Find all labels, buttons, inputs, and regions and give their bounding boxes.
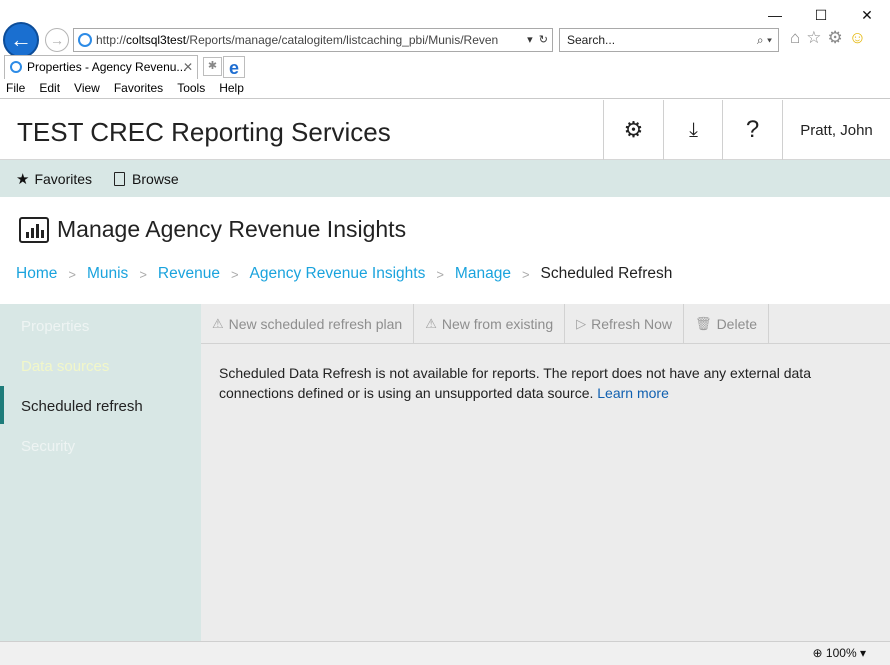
menu-bar: File Edit View Favorites Tools Help	[0, 79, 890, 99]
portal-header: TEST CREC Reporting Services ⚙ ⤓ ? Pratt…	[0, 100, 890, 160]
menu-file[interactable]: File	[6, 79, 25, 98]
manage-sidebar: Properties Data sources Scheduled refres…	[0, 304, 201, 641]
menu-help[interactable]: Help	[219, 79, 244, 98]
portal-nav: ★ Favorites Browse	[0, 160, 890, 197]
sidebar-item-data-sources[interactable]: Data sources	[21, 358, 109, 375]
refresh-icon[interactable]: ↻	[539, 34, 548, 46]
report-icon	[19, 216, 49, 243]
zoom-icon: ⊕	[812, 646, 823, 660]
new-from-existing-label: New from existing	[441, 316, 554, 332]
new-from-existing-button[interactable]: ⚠ New from existing	[414, 304, 566, 344]
back-button[interactable]: ←	[3, 22, 39, 58]
command-bar: ⚠ New scheduled refresh plan ⚠ New from …	[201, 304, 890, 344]
breadcrumb-revenue[interactable]: Revenue	[158, 265, 220, 283]
smiley-icon[interactable]: ☺	[849, 28, 866, 48]
refresh-now-button[interactable]: ▷ Refresh Now	[565, 304, 685, 344]
nav-browse[interactable]: Browse	[114, 171, 179, 187]
browser-toolbar-icons: ⌂ ☆ ⚙ ☺	[790, 28, 866, 48]
url-host: coltsql3test	[126, 33, 187, 47]
address-bar[interactable]: http://coltsql3test/Reports/manage/catal…	[73, 28, 553, 52]
warning-icon: ⚠	[425, 316, 437, 331]
chevron-right-icon: >	[68, 266, 76, 282]
portal-title[interactable]: TEST CREC Reporting Services	[17, 117, 391, 148]
gear-icon[interactable]: ⚙	[828, 28, 843, 48]
browse-icon	[114, 171, 126, 186]
edge-icon[interactable]: e	[223, 56, 245, 78]
page-title-row: Manage Agency Revenue Insights	[19, 216, 406, 243]
home-icon[interactable]: ⌂	[790, 28, 800, 48]
delete-label: Delete	[716, 316, 758, 332]
download-icon: ⤓	[689, 118, 698, 141]
new-plan-label: New scheduled refresh plan	[228, 316, 403, 332]
settings-button[interactable]: ⚙	[603, 100, 663, 160]
chevron-right-icon: >	[436, 266, 444, 282]
nav-browse-label: Browse	[132, 170, 179, 187]
warning-icon: ⚠	[212, 316, 224, 331]
play-icon: ▷	[576, 316, 587, 331]
chevron-right-icon: >	[139, 266, 147, 282]
ie-tab-icon	[10, 61, 22, 73]
breadcrumb-manage[interactable]: Manage	[455, 265, 511, 283]
forward-button[interactable]: →	[45, 28, 69, 52]
address-actions: ▾ ↻	[523, 29, 548, 51]
user-menu[interactable]: Pratt, John	[782, 100, 890, 160]
status-bar: ⊕ 100% ▾	[0, 641, 890, 665]
trash-icon: 🗑	[695, 316, 712, 331]
url-prefix: http://	[96, 33, 127, 47]
refresh-now-label: Refresh Now	[591, 316, 673, 332]
breadcrumb: Home > Munis > Revenue > Agency Revenue …	[16, 265, 672, 283]
star-icon: ★	[16, 170, 30, 188]
download-button[interactable]: ⤓	[663, 100, 723, 160]
menu-favorites[interactable]: Favorites	[114, 79, 163, 98]
new-tab-icon[interactable]: ✱	[203, 57, 222, 76]
sidebar-item-properties[interactable]: Properties	[21, 318, 89, 335]
learn-more-link[interactable]: Learn more	[597, 385, 669, 401]
delete-button[interactable]: 🗑 Delete	[684, 304, 770, 344]
browser-tab[interactable]: Properties - Agency Revenu... ✕	[4, 55, 198, 79]
help-button[interactable]: ?	[722, 100, 782, 160]
chevron-right-icon: >	[230, 266, 239, 282]
menu-tools[interactable]: Tools	[177, 79, 205, 98]
nav-favorites-label: Favorites	[34, 170, 93, 187]
breadcrumb-current: Scheduled Refresh	[540, 265, 673, 282]
nav-favorites[interactable]: ★ Favorites	[16, 170, 92, 188]
dropdown-icon[interactable]: ▾	[527, 34, 533, 46]
sidebar-item-scheduled-refresh[interactable]: Scheduled refresh	[21, 398, 143, 415]
tab-title: Properties - Agency Revenu...	[27, 60, 187, 74]
active-indicator	[0, 386, 4, 424]
info-message: Scheduled Data Refresh is not available …	[219, 363, 829, 403]
address-row: ← → http://coltsql3test/Reports/manage/c…	[0, 22, 890, 58]
menu-view[interactable]: View	[74, 79, 100, 98]
chevron-right-icon: >	[521, 266, 530, 282]
breadcrumb-home[interactable]: Home	[16, 265, 57, 283]
question-icon: ?	[745, 116, 760, 143]
breadcrumb-munis[interactable]: Munis	[87, 265, 128, 283]
zoom-control[interactable]: ⊕ 100% ▾	[813, 646, 866, 660]
menu-edit[interactable]: Edit	[39, 79, 60, 98]
tab-row: Properties - Agency Revenu... ✕ ✱ e	[0, 55, 890, 79]
search-icon[interactable]: ⌕ ▾	[757, 29, 772, 51]
search-placeholder: Search...	[567, 33, 616, 47]
star-icon[interactable]: ☆	[806, 28, 821, 48]
content-pane: ⚠ New scheduled refresh plan ⚠ New from …	[201, 304, 890, 641]
new-plan-button[interactable]: ⚠ New scheduled refresh plan	[201, 304, 415, 344]
page-title: Manage Agency Revenue Insights	[57, 216, 407, 242]
breadcrumb-report[interactable]: Agency Revenue Insights	[250, 265, 426, 283]
sidebar-item-security[interactable]: Security	[21, 438, 75, 455]
gear-icon: ⚙	[623, 117, 644, 142]
ie-page-icon	[78, 33, 92, 47]
close-icon[interactable]: ✕	[183, 56, 193, 78]
chevron-down-icon: ▾	[859, 646, 866, 660]
user-name: Pratt, John	[800, 121, 873, 139]
url-path: /Reports/manage/catalogitem/listcaching_…	[186, 33, 499, 47]
search-input[interactable]: Search... ⌕ ▾	[559, 28, 779, 52]
zoom-level: 100%	[825, 646, 857, 660]
message-text: Scheduled Data Refresh is not available …	[219, 365, 811, 401]
